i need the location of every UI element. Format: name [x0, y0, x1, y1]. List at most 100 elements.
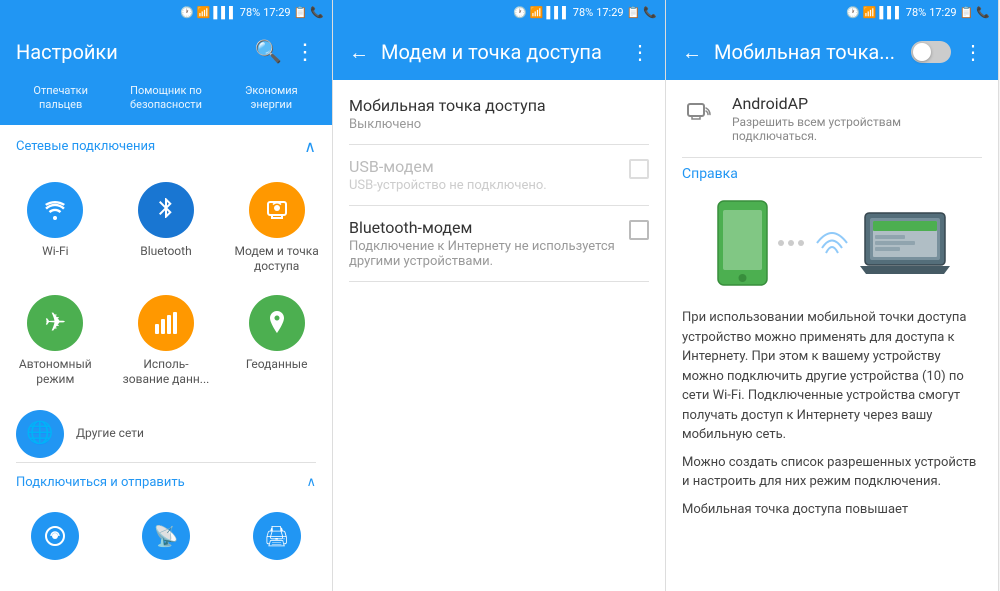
mobile-hotspot-item[interactable]: Мобильная точка доступа Выключено — [333, 80, 665, 144]
wifi-icon-3: 📶 — [863, 6, 877, 19]
clock-icon-3: 🕐 — [846, 6, 860, 19]
bt-modem-checkbox[interactable] — [629, 220, 649, 240]
wifi-status-icon: 📶 — [197, 6, 211, 19]
mobile-hotspot-subtitle: Выключено — [349, 117, 649, 132]
hotspot-content: AndroidAP Разрешить всем устройствам под… — [666, 80, 998, 591]
menu-button[interactable]: ⋮ — [294, 40, 316, 65]
signal-arcs — [812, 218, 852, 268]
phone-icon-2: 📞 — [643, 6, 657, 19]
modem-menu-button[interactable]: ⋮ — [630, 40, 649, 64]
energy-label: Экономияэнергии — [223, 84, 320, 113]
modem-content: Мобильная точка доступа Выключено USB-мо… — [333, 80, 665, 591]
status-bar-2: 🕐 📶 ▌▌▌ 78% 17:29 📋 📞 — [333, 0, 665, 24]
other-networks-label: Другие сети — [76, 426, 144, 442]
usb-modem-subtitle: USB-устройство не подключено. — [349, 178, 617, 193]
bottom-grid: 📡 🖨 — [0, 498, 332, 574]
network-section-label: Сетевые подключения — [16, 139, 155, 154]
back-button-2[interactable]: ← — [349, 40, 369, 65]
fingerprints-toolbar[interactable]: Отпечаткипальцев — [8, 80, 113, 117]
status-bar-3: 🕐 📶 ▌▌▌ 78% 17:29 📋 📞 — [666, 0, 998, 24]
mobile-hotspot-title: Мобильная точка доступа — [349, 96, 649, 115]
airplane-label: Автономныйрежим — [19, 357, 92, 388]
hotspot-label: Модем и точкадоступа — [235, 244, 319, 275]
settings-header: Настройки 🔍 ⋮ — [0, 24, 332, 80]
toolbar-row: Отпечаткипальцев Помощник побезопасности… — [0, 80, 332, 125]
androidap-row[interactable]: AndroidAP Разрешить всем устройствам под… — [666, 80, 998, 157]
phone-icon: 📞 — [310, 6, 324, 19]
usb-modem-text: USB-модем USB-устройство не подключено. — [349, 157, 617, 193]
laptop-svg — [860, 208, 950, 278]
bt-modem-text: Bluetooth-модем Подключение к Интернету … — [349, 218, 617, 269]
androidap-desc: Разрешить всем устройствам подключаться. — [732, 115, 982, 143]
data-label: Исполь-зование данн... — [123, 357, 210, 388]
other-networks-icon: 🌐 — [16, 410, 64, 458]
geo-label: Геоданные — [246, 357, 308, 373]
status-bar-1: 🕐 📶 ▌▌▌ 78% 17:29 📋 📞 — [0, 0, 332, 24]
wifi-grid-item[interactable]: Wi-Fi — [0, 172, 111, 285]
hotspot-icon — [249, 182, 305, 238]
clock-icon-2: 🕐 — [513, 6, 527, 19]
status-icons-2: 🕐 📶 ▌▌▌ 78% 17:29 📋 📞 — [513, 6, 657, 19]
airplane-icon: ✈ — [27, 295, 83, 351]
bottom-icon-1 — [31, 512, 79, 560]
hotspot-header: ← Мобильная точка... ⋮ — [666, 24, 998, 80]
battery-label-2: 78% — [573, 6, 593, 19]
battery-label: 78% — [240, 6, 260, 19]
status-icons-3: 🕐 📶 ▌▌▌ 78% 17:29 📋 📞 — [846, 6, 990, 19]
sim-icon: 📋 — [294, 6, 308, 19]
wifi-icon — [27, 182, 83, 238]
network-section-header[interactable]: Сетевые подключения ∧ — [0, 125, 332, 164]
signal-icon-3: ▌▌▌ — [879, 6, 902, 19]
connect-section-header[interactable]: Подключиться и отправить ∧ — [0, 463, 332, 498]
modem-header: ← Модем и точка доступа ⋮ — [333, 24, 665, 80]
hotspot-toggle[interactable] — [911, 41, 951, 63]
info-text: При использовании мобильной точки доступ… — [666, 300, 998, 527]
bluetooth-label: Bluetooth — [140, 244, 191, 260]
signal-icon-2: ▌▌▌ — [546, 6, 569, 19]
androidap-text: AndroidAP Разрешить всем устройствам под… — [732, 94, 982, 143]
status-icons-1: 🕐 📶 ▌▌▌ 78% 17:29 📋 📞 — [180, 6, 324, 19]
geo-grid-item[interactable]: Геоданные — [221, 285, 332, 398]
security-toolbar[interactable]: Помощник побезопасности — [113, 80, 218, 117]
usb-modem-title: USB-модем — [349, 157, 617, 176]
battery-label-3: 78% — [906, 6, 926, 19]
wifi-icon-2: 📶 — [530, 6, 544, 19]
energy-toolbar[interactable]: Экономияэнергии — [219, 80, 324, 117]
time-label-2: 17:29 — [596, 6, 623, 19]
security-label: Помощник побезопасности — [117, 84, 214, 113]
network-section-chevron: ∧ — [304, 137, 316, 156]
phone-icon-3: 📞 — [976, 6, 990, 19]
time-label: 17:29 — [263, 6, 290, 19]
bt-modem-item[interactable]: Bluetooth-модем Подключение к Интернету … — [333, 206, 665, 281]
hotspot-menu-button[interactable]: ⋮ — [963, 40, 982, 64]
geo-icon — [249, 295, 305, 351]
usb-modem-item[interactable]: USB-модем USB-устройство не подключено. — [333, 145, 665, 205]
hotspot-title: Мобильная точка... — [714, 40, 899, 64]
bluetooth-grid-item[interactable]: Bluetooth — [111, 172, 222, 285]
bt-modem-subtitle: Подключение к Интернету не используется … — [349, 239, 617, 269]
airplane-grid-item[interactable]: ✈ Автономныйрежим — [0, 285, 111, 398]
signal-icon: ▌▌▌ — [213, 6, 236, 19]
bottom-item-1[interactable] — [0, 502, 111, 570]
bt-modem-title: Bluetooth-модем — [349, 218, 617, 237]
network-grid: Wi-Fi Bluetooth Модем и точкадоступа — [0, 164, 332, 406]
panel-settings: 🕐 📶 ▌▌▌ 78% 17:29 📋 📞 Настройки 🔍 ⋮ Отпе… — [0, 0, 333, 591]
bottom-item-2[interactable]: 📡 — [111, 502, 222, 570]
signal-dots — [778, 240, 804, 246]
bottom-icon-2: 📡 — [142, 512, 190, 560]
search-button[interactable]: 🔍 — [255, 40, 282, 65]
androidap-icon — [682, 94, 718, 130]
bottom-item-3[interactable]: 🖨 — [221, 502, 332, 570]
back-button-3[interactable]: ← — [682, 40, 702, 65]
data-grid-item[interactable]: Исполь-зование данн... — [111, 285, 222, 398]
hotspot-grid-item[interactable]: Модем и точкадоступа — [221, 172, 332, 285]
data-usage-icon — [138, 295, 194, 351]
info-paragraph-3: Мобильная точка доступа повышает — [682, 500, 982, 520]
toggle-knob — [913, 43, 931, 61]
other-networks-item[interactable]: 🌐 Другие сети — [0, 406, 332, 462]
bluetooth-icon — [138, 182, 194, 238]
panel-hotspot-detail: 🕐 📶 ▌▌▌ 78% 17:29 📋 📞 ← Мобильная точка.… — [666, 0, 999, 591]
connect-chevron: ∧ — [306, 475, 316, 490]
usb-modem-checkbox[interactable] — [629, 159, 649, 179]
divider-4 — [349, 281, 649, 282]
